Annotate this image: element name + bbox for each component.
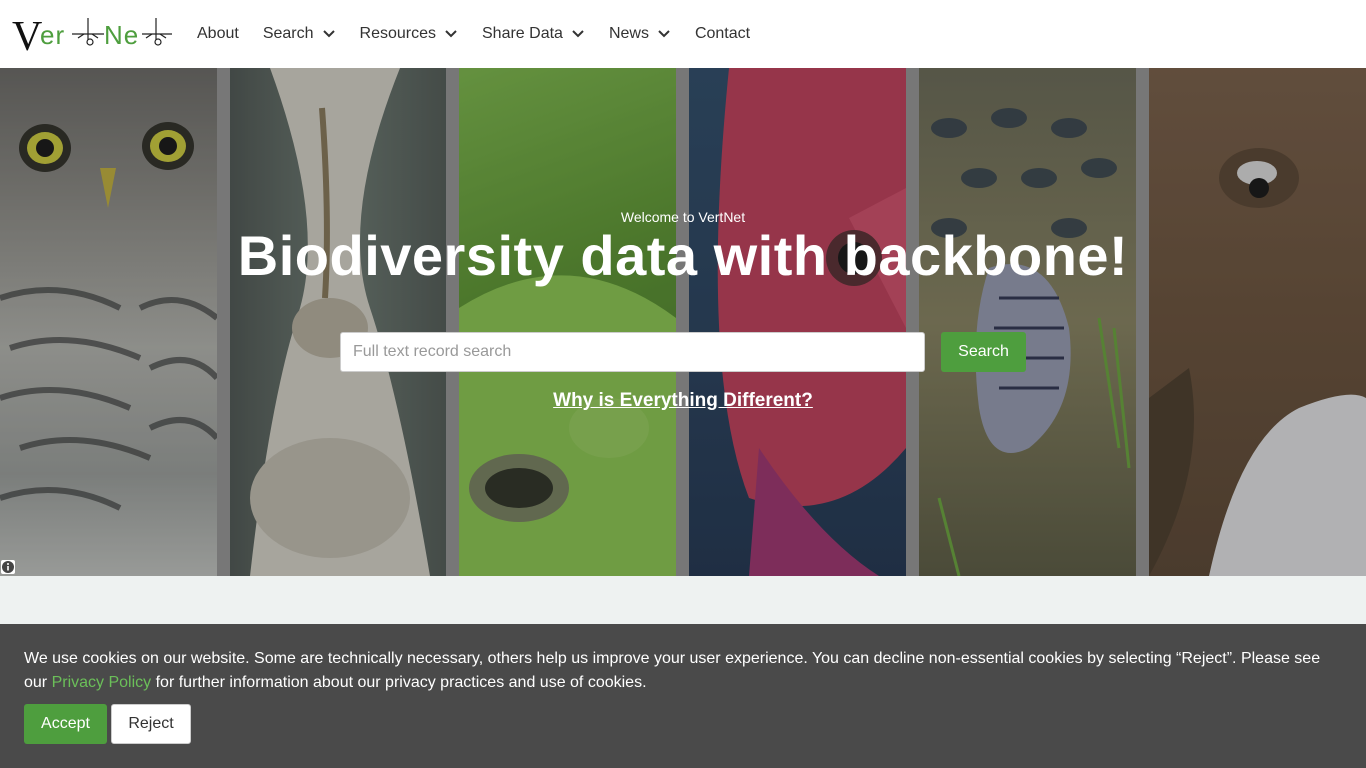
info-icon[interactable] <box>1 560 15 574</box>
chevron-down-icon <box>658 30 670 38</box>
privacy-policy-link[interactable]: Privacy Policy <box>52 674 152 691</box>
cookie-message: We use cookies on our website. Some are … <box>24 647 1344 695</box>
cookie-text-after: for further information about our privac… <box>151 674 647 691</box>
hero-overlay <box>0 68 1366 576</box>
nav-contact[interactable]: Contact <box>683 0 762 68</box>
nav-about[interactable]: About <box>185 0 251 68</box>
reject-cookies-button[interactable]: Reject <box>111 704 191 744</box>
vertnet-logo[interactable]: V er Ne <box>12 10 174 58</box>
main-nav: About Search Resources Share Data News C… <box>185 0 762 68</box>
svg-text:er: er <box>40 20 65 50</box>
search-button[interactable]: Search <box>941 332 1026 372</box>
nav-share-data[interactable]: Share Data <box>470 0 597 68</box>
hero-headline: Biodiversity data with backbone! <box>237 224 1129 287</box>
nav-resources[interactable]: Resources <box>348 0 470 68</box>
record-search-input[interactable] <box>340 332 925 372</box>
nav-share-data-label: Share Data <box>482 25 563 42</box>
nav-search[interactable]: Search <box>251 0 348 68</box>
svg-text:V: V <box>12 14 42 58</box>
nav-news-label: News <box>608 25 649 42</box>
top-navbar: V er Ne About Search Resources Share Dat… <box>0 0 1366 68</box>
accept-cookies-button[interactable]: Accept <box>24 704 107 744</box>
why-different-link[interactable]: Why is Everything Different? <box>0 390 1366 412</box>
nav-resources-label: Resources <box>359 25 436 42</box>
chevron-down-icon <box>572 30 584 38</box>
chevron-down-icon <box>322 30 335 38</box>
hero-banner: Welcome to VertNet Biodiversity data wit… <box>0 68 1366 576</box>
nav-about-label: About <box>197 25 239 42</box>
cookie-banner: We use cookies on our website. Some are … <box>0 624 1366 768</box>
nav-search-label: Search <box>262 25 314 42</box>
svg-text:Ne: Ne <box>104 20 139 50</box>
nav-news[interactable]: News <box>597 0 683 68</box>
nav-contact-label: Contact <box>694 25 751 42</box>
chevron-down-icon <box>445 30 457 38</box>
